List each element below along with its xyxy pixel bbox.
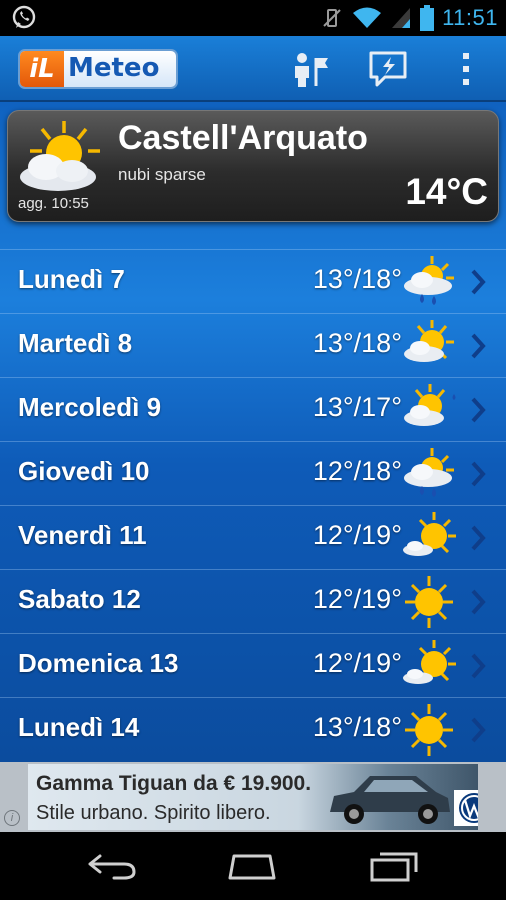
sun-behind-clouds-icon bbox=[20, 121, 100, 191]
forecast-temp: 12°/19° bbox=[312, 520, 402, 550]
chevron-right-icon bbox=[471, 269, 486, 295]
forecast-day: Giovedì 10 bbox=[18, 456, 150, 486]
list-item[interactable]: Lunedì 14 13°/18° bbox=[0, 698, 506, 762]
clock: 11:51 bbox=[442, 5, 498, 30]
last-updated: agg. 10:55 bbox=[18, 195, 89, 212]
chevron-right-icon bbox=[471, 333, 486, 359]
forecast-day: Domenica 13 bbox=[18, 648, 179, 678]
chevron-right-icon bbox=[471, 525, 486, 551]
sun-small-cloud-icon bbox=[403, 512, 456, 556]
chevron-right-icon bbox=[471, 589, 486, 615]
chevron-right-icon bbox=[471, 461, 486, 487]
vw-logo-icon bbox=[454, 790, 478, 826]
list-item[interactable]: Lunedì 7 13°/18° bbox=[0, 250, 506, 314]
forecast-day: Lunedì 14 bbox=[18, 712, 140, 742]
status-bar: 11:51 bbox=[0, 0, 506, 36]
list-item[interactable]: Venerdì 11 12°/19° bbox=[0, 506, 506, 570]
ad-info-icon[interactable]: i bbox=[4, 810, 20, 826]
ad-creative[interactable]: Gamma Tiguan da € 19.900. Stile urbano. … bbox=[28, 764, 478, 830]
forecast-day: Venerdì 11 bbox=[18, 520, 147, 550]
list-item[interactable]: Giovedì 10 12°/18° bbox=[0, 442, 506, 506]
forecast-day: Lunedì 7 bbox=[18, 264, 125, 294]
sun-small-cloud-icon bbox=[403, 640, 456, 684]
sun-cloud-icon bbox=[404, 320, 454, 362]
whatsapp-icon bbox=[12, 5, 36, 29]
forecast-temp: 13°/18° bbox=[312, 264, 402, 294]
ad-banner[interactable]: i Gamma Tiguan da € 19.900. Stile urbano… bbox=[0, 762, 506, 832]
battery-icon bbox=[420, 5, 435, 31]
ad-headline: Gamma Tiguan da € 19.900. bbox=[36, 772, 312, 795]
forecast-temp: 13°/18° bbox=[312, 328, 402, 358]
chevron-right-icon bbox=[471, 397, 486, 423]
current-weather-card[interactable]: Castell'Arquato nubi sparse agg. 10:55 1… bbox=[7, 110, 499, 222]
forecast-temp: 13°/17° bbox=[312, 392, 402, 422]
recent-apps-icon[interactable] bbox=[366, 850, 422, 882]
list-item[interactable]: Martedì 8 13°/18° bbox=[0, 314, 506, 378]
logo-prefix: iL bbox=[20, 51, 64, 87]
chevron-right-icon bbox=[471, 717, 486, 743]
list-item[interactable]: Mercoledì 9 13°/17° bbox=[0, 378, 506, 442]
sun-icon bbox=[405, 704, 453, 756]
current-condition: nubi sparse bbox=[118, 165, 206, 184]
app-bar: iL Meteo bbox=[0, 36, 506, 102]
forecast-temp: 12°/18° bbox=[312, 456, 402, 486]
forecast-day: Mercoledì 9 bbox=[18, 392, 162, 422]
sun-icon bbox=[405, 576, 453, 628]
forecast-day: Sabato 12 bbox=[18, 584, 141, 614]
rain-sun-cloud-icon bbox=[404, 256, 454, 305]
car-image bbox=[330, 776, 450, 824]
list-item[interactable]: Domenica 13 12°/19° bbox=[0, 634, 506, 698]
logo-word: Meteo bbox=[68, 53, 160, 83]
chevron-right-icon bbox=[471, 653, 486, 679]
vibrate-off-icon bbox=[323, 9, 341, 27]
forecast-temp: 13°/18° bbox=[312, 712, 402, 742]
back-icon[interactable] bbox=[84, 850, 140, 882]
alerts-icon[interactable] bbox=[368, 50, 408, 88]
home-icon[interactable] bbox=[224, 850, 280, 882]
current-temperature: 14°C bbox=[405, 171, 488, 212]
sun-cloud-drizzle-icon bbox=[404, 384, 456, 426]
app-logo[interactable]: iL Meteo bbox=[18, 49, 178, 89]
city-name: Castell'Arquato bbox=[118, 119, 368, 157]
forecast-temp: 12°/19° bbox=[312, 584, 402, 614]
signal-icon bbox=[392, 8, 411, 28]
forecast-temp: 12°/19° bbox=[312, 648, 402, 678]
wifi-icon bbox=[353, 7, 382, 28]
rain-sun-cloud-icon bbox=[404, 448, 454, 497]
places-icon[interactable] bbox=[290, 50, 330, 88]
ad-tagline: Stile urbano. Spirito libero. bbox=[36, 802, 271, 824]
forecast-day: Martedì 8 bbox=[18, 328, 133, 358]
system-nav-bar bbox=[0, 832, 506, 900]
list-item[interactable]: Sabato 12 12°/19° bbox=[0, 570, 506, 634]
overflow-menu-icon[interactable] bbox=[446, 50, 486, 88]
